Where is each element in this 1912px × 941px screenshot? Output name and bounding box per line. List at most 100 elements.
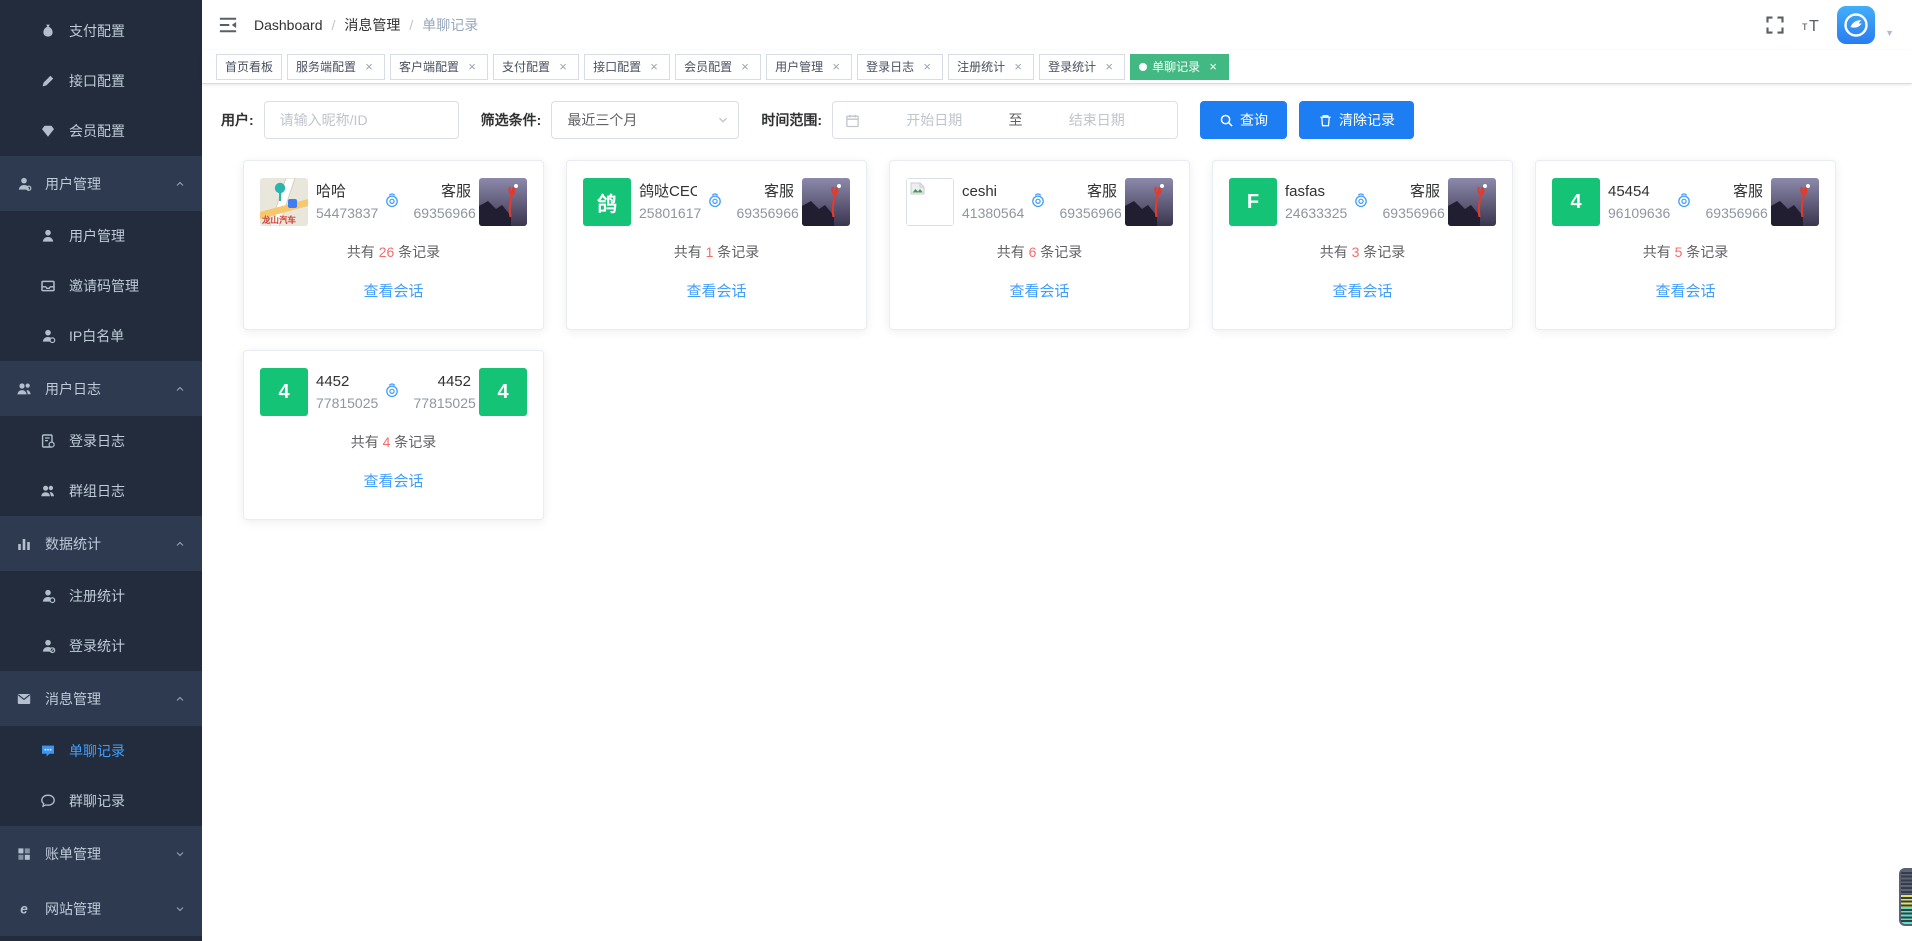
tab-close-icon[interactable]: × xyxy=(1102,60,1116,74)
app-avatar[interactable] xyxy=(1837,6,1875,44)
tab-5[interactable]: 接口配置× xyxy=(584,54,670,80)
sidebar-item-data-stat-group[interactable]: 数据统计 xyxy=(0,516,202,571)
sidebar-item-api-config[interactable]: 接口配置 xyxy=(0,56,202,106)
user-id: 41380564 xyxy=(962,203,1020,223)
user-name: 45454 xyxy=(1608,181,1666,203)
tab-8[interactable]: 登录日志× xyxy=(857,54,943,80)
record-count: 共有 5 条记录 xyxy=(1552,242,1819,262)
view-session-link[interactable]: 查看会话 xyxy=(260,280,527,301)
user-id: 24633325 xyxy=(1285,203,1343,223)
sidebar-item-single-chat-record[interactable]: 单聊记录 xyxy=(0,726,202,776)
user-id: 54473837 xyxy=(316,203,374,223)
tab-close-icon[interactable]: × xyxy=(920,60,934,74)
sidebar-item-label: 接口配置 xyxy=(69,71,125,91)
sidebar-item-group-chat-record[interactable]: 群聊记录 xyxy=(0,776,202,826)
tab-close-icon[interactable]: × xyxy=(556,60,570,74)
user-search-input[interactable] xyxy=(264,101,459,139)
record-count-number: 26 xyxy=(379,244,395,260)
chevron-down-icon[interactable]: ▼ xyxy=(1885,28,1894,44)
range-filter-label: 时间范围: xyxy=(761,110,822,130)
svg-text:e: e xyxy=(20,901,28,916)
view-session-link[interactable]: 查看会话 xyxy=(583,280,850,301)
view-session-link[interactable]: 查看会话 xyxy=(1229,280,1496,301)
view-session-link[interactable]: 查看会话 xyxy=(1552,280,1819,301)
sidebar-item-member-config[interactable]: 会员配置 xyxy=(0,106,202,156)
user-id: 96109636 xyxy=(1608,203,1666,223)
tab-close-icon[interactable]: × xyxy=(1011,60,1025,74)
sidebar-item-label: 消息管理 xyxy=(45,689,101,709)
sidebar-item-login-stat[interactable]: 登录统计 xyxy=(0,621,202,671)
sidebar-item-label: 会员配置 xyxy=(69,121,125,141)
fullscreen-icon[interactable] xyxy=(1765,15,1785,35)
sidebar-item-bill-manage-group[interactable]: 账单管理 xyxy=(0,826,202,881)
condition-select[interactable]: 最近三个月 xyxy=(551,101,739,139)
chat-icon xyxy=(40,743,56,759)
tab-1[interactable]: 首页看板 xyxy=(216,54,282,80)
sidebar-item-user-manage[interactable]: 用户管理 xyxy=(0,211,202,261)
sidebar-item-invite-code-manage[interactable]: 邀请码管理 xyxy=(0,261,202,311)
sidebar-item-pay-config[interactable]: 支付配置 xyxy=(0,6,202,56)
font-size-icon[interactable]: тT xyxy=(1801,15,1821,35)
record-count: 共有 4 条记录 xyxy=(260,432,527,452)
tab-9[interactable]: 注册统计× xyxy=(948,54,1034,80)
tab-label: 客户端配置 xyxy=(399,58,459,75)
view-session-link[interactable]: 查看会话 xyxy=(906,280,1173,301)
sidebar-item-user-manage-group[interactable]: 用户管理 xyxy=(0,156,202,211)
end-date-placeholder[interactable]: 结束日期 xyxy=(1029,110,1166,130)
tab-2[interactable]: 服务端配置× xyxy=(287,54,385,80)
breadcrumb-item[interactable]: Dashboard xyxy=(254,17,323,33)
chat-record-card: 龙山汽车哈哈54473837客服69356966共有 26 条记录查看会话 xyxy=(243,160,544,330)
sidebar-item-group-log[interactable]: 群组日志 xyxy=(0,466,202,516)
sidebar-item-ip-whitelist[interactable]: IP白名单 xyxy=(0,311,202,361)
hamburger-icon[interactable] xyxy=(218,15,238,35)
condition-filter-label: 筛选条件: xyxy=(481,110,542,130)
chat-record-card: Ffasfas24633325客服69356966共有 3 条记录查看会话 xyxy=(1212,160,1513,330)
tab-11[interactable]: 单聊记录× xyxy=(1130,54,1229,80)
condition-select-value: 最近三个月 xyxy=(567,110,637,130)
tab-close-icon[interactable]: × xyxy=(647,60,661,74)
tab-6[interactable]: 会员配置× xyxy=(675,54,761,80)
tab-close-icon[interactable]: × xyxy=(465,60,479,74)
chevron-down-icon xyxy=(174,848,186,860)
user-id: 77815025 xyxy=(316,393,374,413)
chat-record-card: ceshi41380564客服69356966共有 6 条记录查看会话 xyxy=(889,160,1190,330)
sidebar-item-message-manage-group[interactable]: 消息管理 xyxy=(0,671,202,726)
record-count-number: 6 xyxy=(1029,244,1037,260)
tab-7[interactable]: 用户管理× xyxy=(766,54,852,80)
sidebar-item-user-log-group[interactable]: 用户日志 xyxy=(0,361,202,416)
breadcrumb-item[interactable]: 消息管理 xyxy=(344,15,400,35)
peer-name: 客服 xyxy=(414,181,472,203)
sidebar-item-login-log[interactable]: 登录日志 xyxy=(0,416,202,466)
tab-10[interactable]: 登录统计× xyxy=(1039,54,1125,80)
bill-grid-icon xyxy=(16,846,32,862)
tab-3[interactable]: 客户端配置 × xyxy=(390,54,488,80)
tab-close-icon[interactable]: × xyxy=(829,60,843,74)
tab-close-icon[interactable]: × xyxy=(1206,60,1220,74)
session-link-icon xyxy=(384,192,404,212)
sidebar-item-website-manage-group[interactable]: e网站管理 xyxy=(0,881,202,936)
diamond-icon xyxy=(40,123,56,139)
clear-records-button[interactable]: 清除记录 xyxy=(1299,101,1414,139)
user-name: fasfas xyxy=(1285,181,1343,203)
record-count: 共有 6 条记录 xyxy=(906,242,1173,262)
start-date-placeholder[interactable]: 开始日期 xyxy=(866,110,1003,130)
user-id: 25801617 xyxy=(639,203,697,223)
pen-icon xyxy=(40,73,56,89)
trash-icon xyxy=(1318,113,1333,128)
session-link-icon xyxy=(707,192,727,212)
search-button[interactable]: 查询 xyxy=(1200,101,1287,139)
tab-4[interactable]: 支付配置× xyxy=(493,54,579,80)
bar-chart-icon xyxy=(16,536,32,552)
peer-id: 69356966 xyxy=(414,203,472,223)
tab-close-icon[interactable]: × xyxy=(362,60,376,74)
sidebar-item-label: 群组日志 xyxy=(69,481,125,501)
record-count-number: 4 xyxy=(383,434,391,450)
invite-icon xyxy=(40,278,56,294)
website-icon: e xyxy=(16,901,32,917)
chat-record-grid: 龙山汽车哈哈54473837客服69356966共有 26 条记录查看会话鸽鸽哒… xyxy=(243,160,1912,520)
date-range-picker[interactable]: 开始日期 至 结束日期 xyxy=(832,101,1178,139)
tab-close-icon[interactable]: × xyxy=(738,60,752,74)
record-count: 共有 1 条记录 xyxy=(583,242,850,262)
view-session-link[interactable]: 查看会话 xyxy=(260,470,527,491)
sidebar-item-register-stat[interactable]: 注册统计 xyxy=(0,571,202,621)
